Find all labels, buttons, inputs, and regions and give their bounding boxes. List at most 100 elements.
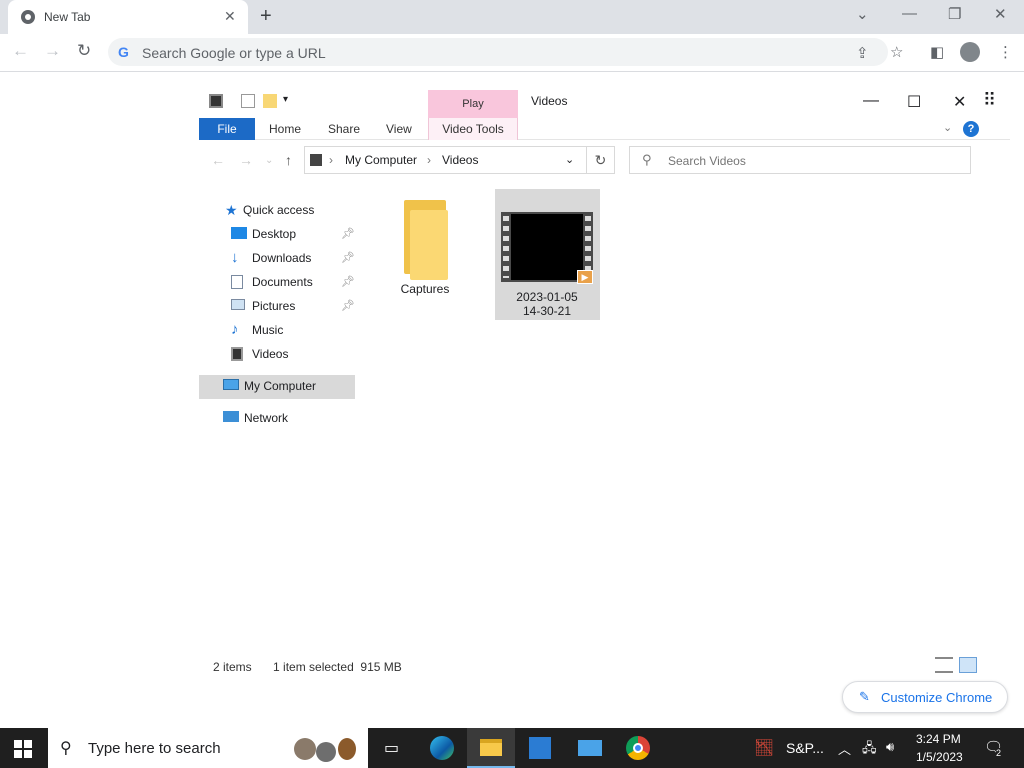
address-bar[interactable]: › My Computer › Videos ⌄ bbox=[304, 146, 587, 174]
file-tab[interactable]: File bbox=[199, 118, 255, 140]
star-icon: ★ bbox=[225, 202, 238, 218]
expand-ribbon-icon[interactable]: ⌄ bbox=[943, 121, 952, 134]
minimize-button[interactable]: — bbox=[902, 5, 917, 22]
folder-icon bbox=[398, 200, 452, 282]
nav-network[interactable]: Network bbox=[223, 407, 353, 429]
nav-my-computer[interactable]: My Computer bbox=[223, 375, 353, 397]
volume-icon[interactable]: 🔊︎ bbox=[886, 739, 894, 755]
taskbar-mail[interactable] bbox=[565, 728, 613, 768]
desktop-icon bbox=[231, 227, 247, 239]
help-icon[interactable]: ? bbox=[963, 121, 979, 137]
nav-item-desktop[interactable]: Desktop 📌︎ bbox=[231, 223, 355, 245]
clock-time[interactable]: 3:24 PM bbox=[916, 732, 961, 746]
taskbar: ⚲ Type here to search ▭ 📉︎ S&P... ︿ 🖧︎ 🔊… bbox=[0, 728, 1024, 768]
large-icons-view-button[interactable] bbox=[959, 657, 977, 673]
explorer-maximize-button[interactable]: ☐ bbox=[907, 92, 921, 112]
explorer-forward-button[interactable]: → bbox=[239, 152, 253, 168]
browser-tab[interactable]: New Tab ✕ bbox=[8, 0, 248, 34]
menu-kebab-icon[interactable]: ⋮ bbox=[998, 43, 1013, 61]
refresh-button[interactable]: ↻ bbox=[587, 146, 615, 174]
view-tab[interactable]: View bbox=[386, 122, 412, 136]
computer-icon bbox=[223, 379, 239, 390]
nav-item-downloads[interactable]: ↓ Downloads 📌︎ bbox=[231, 247, 355, 269]
stock-ticker[interactable]: S&P... bbox=[786, 740, 824, 756]
pin-icon[interactable]: 📌︎ bbox=[341, 295, 355, 317]
nav-item-documents[interactable]: Documents 📌︎ bbox=[231, 271, 355, 293]
clock-date[interactable]: 1/5/2023 bbox=[916, 750, 963, 764]
taskbar-store[interactable] bbox=[516, 728, 564, 768]
qat-dropdown-icon[interactable]: ▾ bbox=[283, 94, 288, 105]
video-tools-tab[interactable]: Video Tools bbox=[428, 118, 518, 140]
search-box[interactable]: ⚲ bbox=[629, 146, 971, 174]
documents-icon bbox=[231, 275, 243, 289]
browser-toolbar: ← → ↻ G Search Google or type a URL ⇪ ☆ … bbox=[0, 34, 1024, 72]
omnibox-placeholder: Search Google or type a URL bbox=[142, 45, 326, 61]
video-item-2023-01-05[interactable]: ▶ 2023-01-05 14-30-21 bbox=[497, 212, 597, 318]
tab-close-icon[interactable]: ✕ bbox=[224, 8, 236, 25]
tab-search-chevron-icon[interactable]: ⌄ bbox=[856, 5, 869, 23]
profile-avatar[interactable] bbox=[960, 42, 980, 62]
taskbar-edge[interactable] bbox=[418, 728, 466, 768]
edge-icon bbox=[430, 736, 454, 760]
taskbar-chrome[interactable] bbox=[614, 728, 662, 768]
address-dropdown-icon[interactable]: ⌄ bbox=[565, 153, 574, 166]
file-name: Captures bbox=[400, 282, 450, 296]
file-name-line2: 14-30-21 bbox=[522, 304, 572, 318]
crumb-separator-icon: › bbox=[427, 153, 431, 167]
pin-icon[interactable]: 📌︎ bbox=[341, 247, 355, 269]
bookmark-star-icon[interactable]: ☆ bbox=[890, 43, 903, 61]
browser-tab-strip: New Tab ✕ + ⌄ — ❐ ✕ bbox=[0, 0, 1024, 34]
item-count: 2 items bbox=[213, 660, 252, 674]
selection-info: 1 item selected 915 MB bbox=[273, 660, 402, 674]
side-panel-icon[interactable]: ◧ bbox=[930, 43, 944, 61]
show-hidden-icons-icon[interactable]: ︿ bbox=[838, 739, 851, 758]
google-icon: G bbox=[118, 44, 129, 60]
omnibox[interactable]: G Search Google or type a URL ⇪ ☆ bbox=[108, 38, 903, 66]
explorer-minimize-button[interactable]: — bbox=[863, 92, 879, 110]
stock-chart-icon[interactable]: 📉︎ bbox=[754, 738, 774, 758]
new-tab-button[interactable]: + bbox=[260, 5, 272, 28]
breadcrumb-my-computer[interactable]: My Computer bbox=[345, 153, 417, 167]
task-view-button[interactable]: ▭ bbox=[368, 728, 416, 768]
pencil-icon: ✎ bbox=[859, 689, 870, 704]
taskbar-search[interactable]: ⚲ Type here to search bbox=[48, 728, 368, 768]
recent-locations-icon[interactable]: ⌄ bbox=[265, 155, 273, 166]
details-view-button[interactable] bbox=[935, 657, 953, 673]
nav-quick-access[interactable]: ★ Quick access bbox=[225, 199, 355, 221]
start-button[interactable] bbox=[14, 740, 32, 758]
reload-button[interactable]: ↻ bbox=[77, 41, 91, 61]
explorer-close-button[interactable]: ✕ bbox=[953, 92, 966, 112]
up-folder-button[interactable]: ↑ bbox=[285, 152, 292, 168]
close-window-button[interactable]: ✕ bbox=[994, 5, 1007, 23]
nav-item-pictures[interactable]: Pictures 📌︎ bbox=[231, 295, 355, 317]
taskbar-file-explorer[interactable] bbox=[467, 728, 515, 768]
notification-count-badge: 2 bbox=[996, 748, 1002, 758]
music-icon: ♪ bbox=[231, 321, 239, 338]
navigation-pane: ★ Quick access Desktop 📌︎ ↓ Downloads 📌︎… bbox=[199, 198, 355, 438]
customize-chrome-button[interactable]: ✎ Customize Chrome bbox=[842, 681, 1008, 713]
search-input[interactable] bbox=[668, 151, 958, 171]
pin-icon[interactable]: 📌︎ bbox=[341, 271, 355, 293]
window-title: Videos bbox=[531, 94, 568, 108]
network-tray-icon[interactable]: 🖧︎ bbox=[862, 739, 877, 761]
properties-icon[interactable] bbox=[241, 94, 255, 108]
share-icon[interactable]: ⇪ bbox=[856, 44, 869, 62]
play-badge-icon: ▶ bbox=[577, 270, 593, 284]
breadcrumb-videos[interactable]: Videos bbox=[442, 153, 478, 167]
back-button[interactable]: ← bbox=[12, 41, 29, 61]
nav-item-videos[interactable]: Videos bbox=[231, 343, 355, 365]
home-tab[interactable]: Home bbox=[269, 122, 301, 136]
pin-icon[interactable]: 📌︎ bbox=[341, 223, 355, 245]
explorer-back-button[interactable]: ← bbox=[211, 152, 225, 168]
address-row: ← → ⌄ ↑ › My Computer › Videos ⌄ ↻ ⚲ bbox=[199, 146, 1010, 176]
forward-button[interactable]: → bbox=[44, 41, 61, 61]
new-folder-icon[interactable] bbox=[263, 94, 277, 108]
play-contextual-tab[interactable]: Play bbox=[428, 90, 518, 118]
share-tab[interactable]: Share bbox=[328, 122, 360, 136]
restore-button[interactable]: ❐ bbox=[948, 5, 961, 23]
nav-item-music[interactable]: ♪ Music bbox=[231, 319, 355, 341]
task-view-icon: ▭ bbox=[384, 740, 400, 757]
apps-grid-icon[interactable]: ⠿ bbox=[983, 90, 996, 111]
file-name-line1: 2023-01-05 bbox=[516, 290, 578, 304]
folder-item-captures[interactable]: Captures bbox=[385, 200, 465, 296]
